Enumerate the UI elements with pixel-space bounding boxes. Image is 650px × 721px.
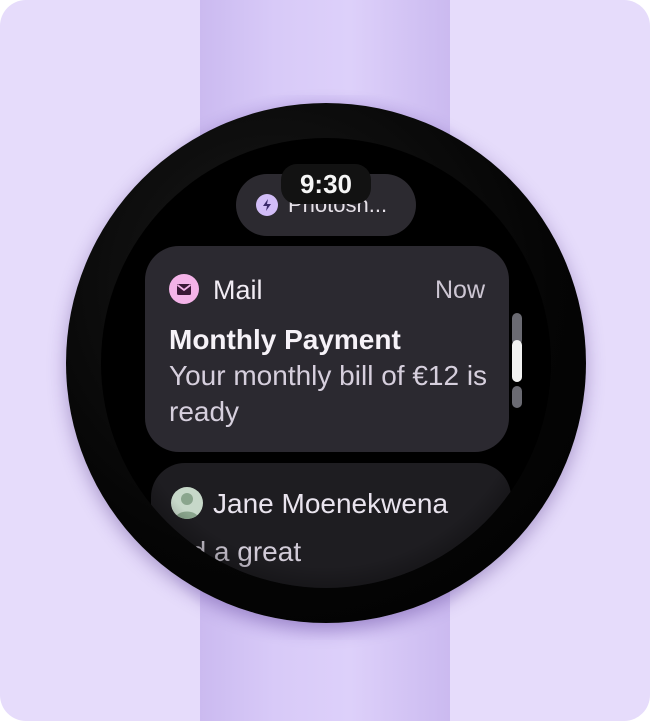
notification-card-mail[interactable]: Mail Now Monthly Payment Your monthly bi…: [145, 246, 509, 452]
mail-icon: [169, 274, 199, 304]
notification-body: Your monthly bill of €12 is ready: [169, 360, 488, 427]
notification-card-message[interactable]: Jane Moenekwena ad a great: [151, 463, 511, 588]
scroll-indicator-thumb[interactable]: [512, 340, 522, 382]
notification-app-name: Mail: [213, 275, 263, 305]
watch-screen: Photosh... 9:30 Mail Now Monthly Payment…: [101, 138, 551, 588]
scroll-indicator-bottom: [512, 386, 522, 408]
notification-time: Now: [434, 276, 485, 304]
notification-preview: ad a great: [175, 536, 302, 567]
notification-sender: Jane Moenekwena: [213, 488, 449, 519]
notification-title: Monthly Payment: [169, 324, 401, 355]
clock-time: 9:30: [281, 164, 371, 204]
avatar: [171, 487, 203, 519]
mockup-background: Photosh... 9:30 Mail Now Monthly Payment…: [0, 0, 650, 721]
bolt-icon: [256, 194, 278, 216]
